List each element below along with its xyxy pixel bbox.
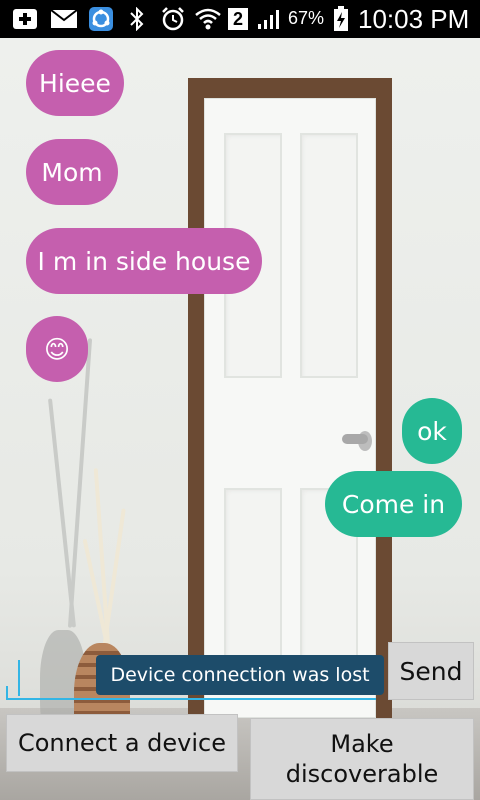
make-discoverable-label-line1: Make [330, 730, 394, 758]
message-bubble-outgoing[interactable]: Come in [325, 471, 462, 537]
toast-message: Device connection was lost [96, 655, 384, 695]
wifi-icon [194, 7, 222, 31]
message-text: 😊 [43, 334, 71, 364]
message-bubble-outgoing[interactable]: ok [402, 398, 462, 464]
make-discoverable-button[interactable]: Make discoverable [250, 718, 474, 800]
text-cursor [18, 660, 20, 696]
message-text: ok [417, 416, 447, 446]
alarm-icon [160, 7, 186, 31]
connect-device-label: Connect a device [17, 729, 227, 757]
message-bubble-incoming[interactable]: 😊 [26, 316, 88, 382]
connect-device-button[interactable]: Connect a device [6, 714, 238, 772]
sync-app-icon [88, 7, 114, 31]
battery-charging-icon [332, 6, 350, 31]
clock: 10:03 PM [358, 4, 470, 34]
message-bubble-incoming[interactable]: Mom [26, 139, 118, 205]
message-text: Mom [41, 157, 103, 187]
status-bar: 2 67% 10:03 PM [0, 0, 480, 38]
sim-icon: 2 [228, 7, 248, 31]
twig-shadow [67, 338, 93, 628]
message-bubble-incoming[interactable]: I m in side house [26, 228, 262, 294]
input-underline [6, 698, 376, 700]
make-discoverable-label-line2: discoverable [285, 760, 439, 788]
door-panel [300, 133, 358, 378]
message-text: I m in side house [37, 246, 251, 276]
mail-icon [50, 7, 78, 31]
battery-percent: 67% [288, 8, 325, 28]
sim-number: 2 [228, 8, 248, 30]
toast-text: Device connection was lost [110, 664, 370, 686]
input-corner-mark [6, 686, 8, 698]
message-text: Hieee [39, 68, 111, 98]
signal-icon [256, 7, 282, 31]
bluetooth-icon [128, 7, 146, 31]
message-bubble-incoming[interactable]: Hieee [26, 50, 124, 116]
send-button[interactable]: Send [388, 642, 474, 700]
send-button-label: Send [399, 656, 463, 686]
add-icon [12, 7, 38, 31]
twig [102, 508, 126, 648]
door-handle [342, 434, 368, 444]
message-text: Come in [341, 489, 446, 519]
